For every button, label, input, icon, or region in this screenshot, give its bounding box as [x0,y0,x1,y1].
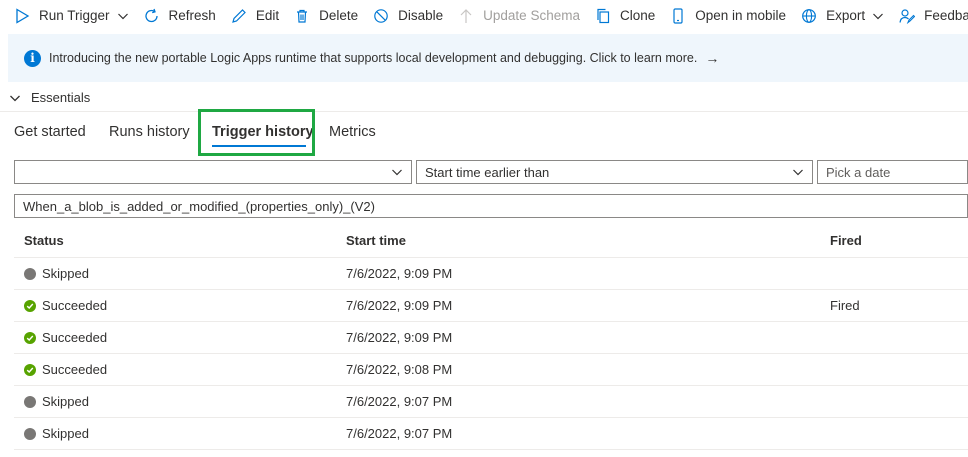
table-row[interactable]: Skipped 7/6/2022, 9:07 PM [14,386,968,418]
tab-list: Get started Runs history Trigger history… [0,112,968,152]
disable-label: Disable [398,8,444,23]
refresh-label: Refresh [168,8,216,23]
delete-label: Delete [319,8,359,23]
open-in-mobile-button[interactable]: Open in mobile [662,0,793,31]
column-header-start-time[interactable]: Start time [346,233,830,248]
highlight-annotation [198,109,315,156]
trigger-name-selector[interactable]: When_a_blob_is_added_or_modified_(proper… [14,194,968,218]
mobile-icon [669,7,687,25]
column-header-status[interactable]: Status [14,233,346,248]
date-picker-placeholder: Pick a date [826,164,891,180]
feedback-icon [898,7,916,25]
run-trigger-button[interactable]: Run Trigger [0,0,136,31]
trash-icon [293,7,311,25]
status-text: Succeeded [42,298,108,313]
start-time-cell: 7/6/2022, 9:09 PM [346,266,453,281]
status-text: Skipped [42,394,89,409]
success-check-icon [24,363,36,376]
open-in-mobile-label: Open in mobile [695,8,787,23]
skipped-status-icon [24,267,36,280]
globe-icon [800,7,818,25]
status-cell: Succeeded [14,362,346,377]
fired-cell: Fired [830,298,860,313]
status-cell: Skipped [14,394,346,409]
export-button[interactable]: Export [793,0,891,31]
skipped-status-icon [24,395,36,408]
table-row[interactable]: Skipped 7/6/2022, 9:09 PM [14,258,968,290]
disable-button[interactable]: Disable [365,0,450,31]
clone-label: Clone [619,8,656,23]
success-check-icon [24,331,36,344]
trigger-history-table: Status Start time Fired Skipped 7/6/2022… [14,224,968,450]
table-row[interactable]: Skipped 7/6/2022, 9:07 PM [14,418,968,450]
delete-button[interactable]: Delete [286,0,365,31]
status-cell: Succeeded [14,298,346,313]
start-time-cell: 7/6/2022, 9:07 PM [346,426,453,441]
chevron-down-icon [872,10,884,22]
start-time-cell: 7/6/2022, 9:08 PM [346,362,453,377]
success-check-icon [24,299,36,312]
table-row[interactable]: Succeeded 7/6/2022, 9:09 PM [14,322,968,354]
edit-button[interactable]: Edit [223,0,286,31]
refresh-icon [143,7,161,25]
run-trigger-label: Run Trigger [39,8,110,23]
chevron-down-icon [9,92,21,104]
table-header: Status Start time Fired [14,224,968,258]
date-picker-input[interactable]: Pick a date [817,160,968,184]
tab-get-started[interactable]: Get started [14,112,86,152]
feedback-label: Feedback [924,8,968,23]
feedback-button[interactable]: Feedback [891,0,968,31]
refresh-button[interactable]: Refresh [136,0,223,31]
tab-metrics[interactable]: Metrics [329,112,376,152]
edit-label: Edit [255,8,280,23]
time-filter-dropdown[interactable]: Start time earlier than [416,160,813,184]
export-label: Export [826,8,866,23]
status-filter-dropdown[interactable] [14,160,412,184]
tab-runs-history[interactable]: Runs history [109,112,190,152]
chevron-down-icon [792,166,804,178]
essentials-toggle[interactable]: Essentials [0,84,968,112]
start-time-cell: 7/6/2022, 9:07 PM [346,394,453,409]
trigger-name-value: When_a_blob_is_added_or_modified_(proper… [23,198,375,214]
info-icon: i [24,49,41,67]
update-schema-label: Update Schema [483,8,580,23]
banner-text: Introducing the new portable Logic Apps … [49,51,698,65]
update-schema-button[interactable]: Update Schema [450,0,587,31]
info-banner[interactable]: i Introducing the new portable Logic App… [8,34,968,82]
table-row[interactable]: Succeeded 7/6/2022, 9:08 PM [14,354,968,386]
pencil-icon [230,7,248,25]
block-icon [372,7,390,25]
chevron-down-icon [117,10,129,22]
status-text: Skipped [42,266,89,281]
clone-button[interactable]: Clone [587,0,662,31]
copy-icon [594,7,612,25]
start-time-cell: 7/6/2022, 9:09 PM [346,330,453,345]
arrow-right-icon: → [705,50,720,66]
table-row[interactable]: Succeeded 7/6/2022, 9:09 PM Fired [14,290,968,322]
status-cell: Succeeded [14,330,346,345]
arrow-up-icon [457,7,475,25]
status-text: Succeeded [42,362,108,377]
chevron-down-icon [391,166,403,178]
time-filter-value: Start time earlier than [425,164,550,180]
status-text: Skipped [42,426,89,441]
status-cell: Skipped [14,266,346,281]
essentials-label: Essentials [31,90,91,105]
command-bar: Run Trigger Refresh Edit Delete Disable … [0,0,968,31]
skipped-status-icon [24,427,36,440]
status-text: Succeeded [42,330,108,345]
start-time-cell: 7/6/2022, 9:09 PM [346,298,453,313]
status-cell: Skipped [14,426,346,441]
play-icon [13,7,31,25]
column-header-fired[interactable]: Fired [830,233,968,248]
